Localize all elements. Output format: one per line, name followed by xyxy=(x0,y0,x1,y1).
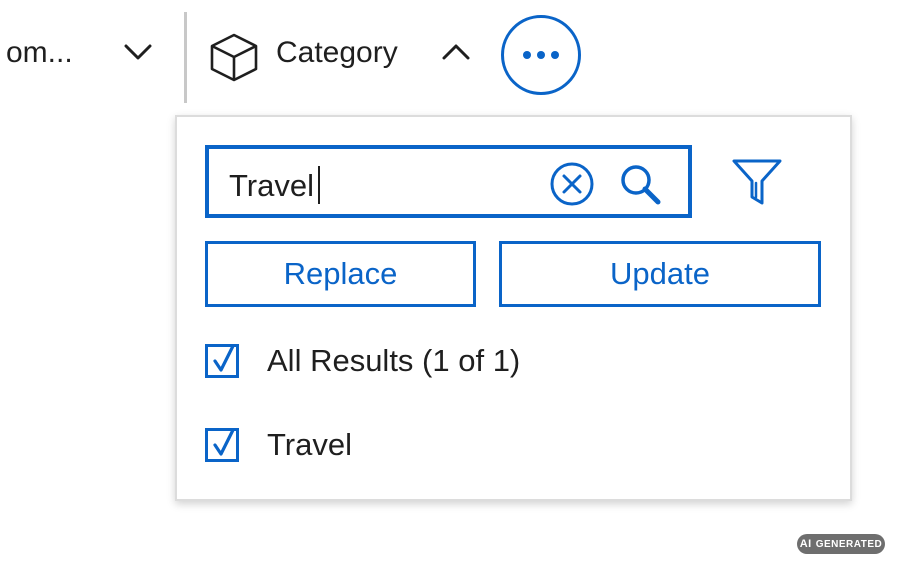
more-horizontal-icon xyxy=(523,51,559,59)
ai-generated-badge: AI GENERATED xyxy=(797,534,885,554)
replace-button[interactable]: Replace xyxy=(205,241,476,307)
filter-toolbar: om... Category xyxy=(0,0,915,110)
option-all-results[interactable]: All Results (1 of 1) xyxy=(205,341,520,381)
chevron-up-icon[interactable] xyxy=(438,36,474,66)
checkbox-checked[interactable] xyxy=(205,428,239,462)
text-caret xyxy=(317,166,320,204)
update-button[interactable]: Update xyxy=(499,241,821,307)
category-filter-label[interactable]: Category xyxy=(276,36,398,70)
checkmark-icon xyxy=(213,428,235,456)
search-icon[interactable] xyxy=(617,161,665,209)
toolbar-divider xyxy=(184,12,187,103)
filter-icon[interactable] xyxy=(731,157,783,209)
search-input-value: Travel xyxy=(229,168,314,203)
category-filter-dropdown: Travel Replace Update All Results (1 of … xyxy=(175,115,852,501)
cube-icon xyxy=(208,32,260,82)
option-travel[interactable]: Travel xyxy=(205,425,352,465)
ai-badge-text: GENERATED xyxy=(815,538,883,550)
option-label: Travel xyxy=(267,427,352,462)
ai-badge-mark: AI xyxy=(799,538,812,550)
checkbox-checked[interactable] xyxy=(205,344,239,378)
chevron-down-icon[interactable] xyxy=(120,38,156,68)
clear-circle-icon[interactable] xyxy=(549,161,595,207)
search-input[interactable]: Travel xyxy=(205,145,692,218)
more-options-button[interactable] xyxy=(501,15,581,95)
option-label: All Results (1 of 1) xyxy=(267,343,521,378)
checkmark-icon xyxy=(213,344,235,372)
previous-filter-label[interactable]: om... xyxy=(6,36,73,70)
